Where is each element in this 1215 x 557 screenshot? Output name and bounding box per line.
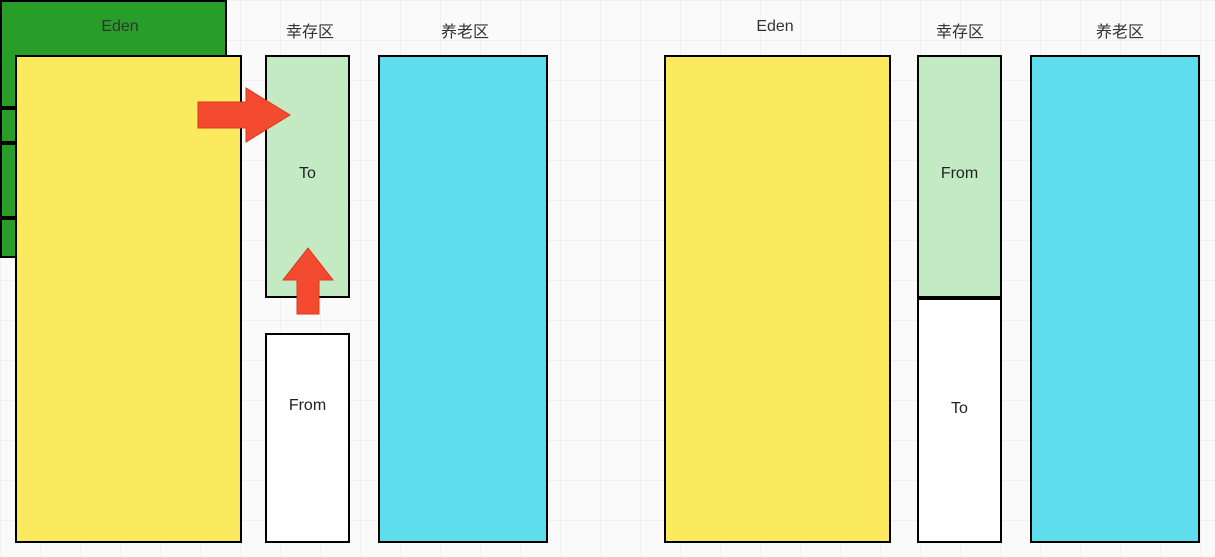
left-from-label: From	[267, 397, 348, 415]
right-to-label: To	[919, 400, 1000, 418]
right-old-label: 养老区	[1080, 18, 1160, 42]
left-eden-label: Eden	[70, 18, 170, 36]
arrow-from-to-up-icon	[283, 248, 333, 318]
right-survivor-to-box: To	[917, 298, 1002, 543]
right-old-box	[1030, 55, 1200, 543]
arrow-eden-to-survivor-icon	[198, 88, 298, 142]
right-from-label: From	[919, 165, 1000, 183]
left-to-label: To	[267, 165, 348, 183]
left-old-box	[378, 55, 548, 543]
right-eden-box	[664, 55, 891, 543]
right-survivor-from-box: From	[917, 55, 1002, 298]
left-old-label: 养老区	[425, 18, 505, 42]
left-survivor-from-box: From	[265, 333, 350, 543]
left-survivor-label: 幸存区	[270, 18, 350, 42]
right-eden-label: Eden	[725, 18, 825, 36]
right-survivor-label: 幸存区	[920, 18, 1000, 42]
